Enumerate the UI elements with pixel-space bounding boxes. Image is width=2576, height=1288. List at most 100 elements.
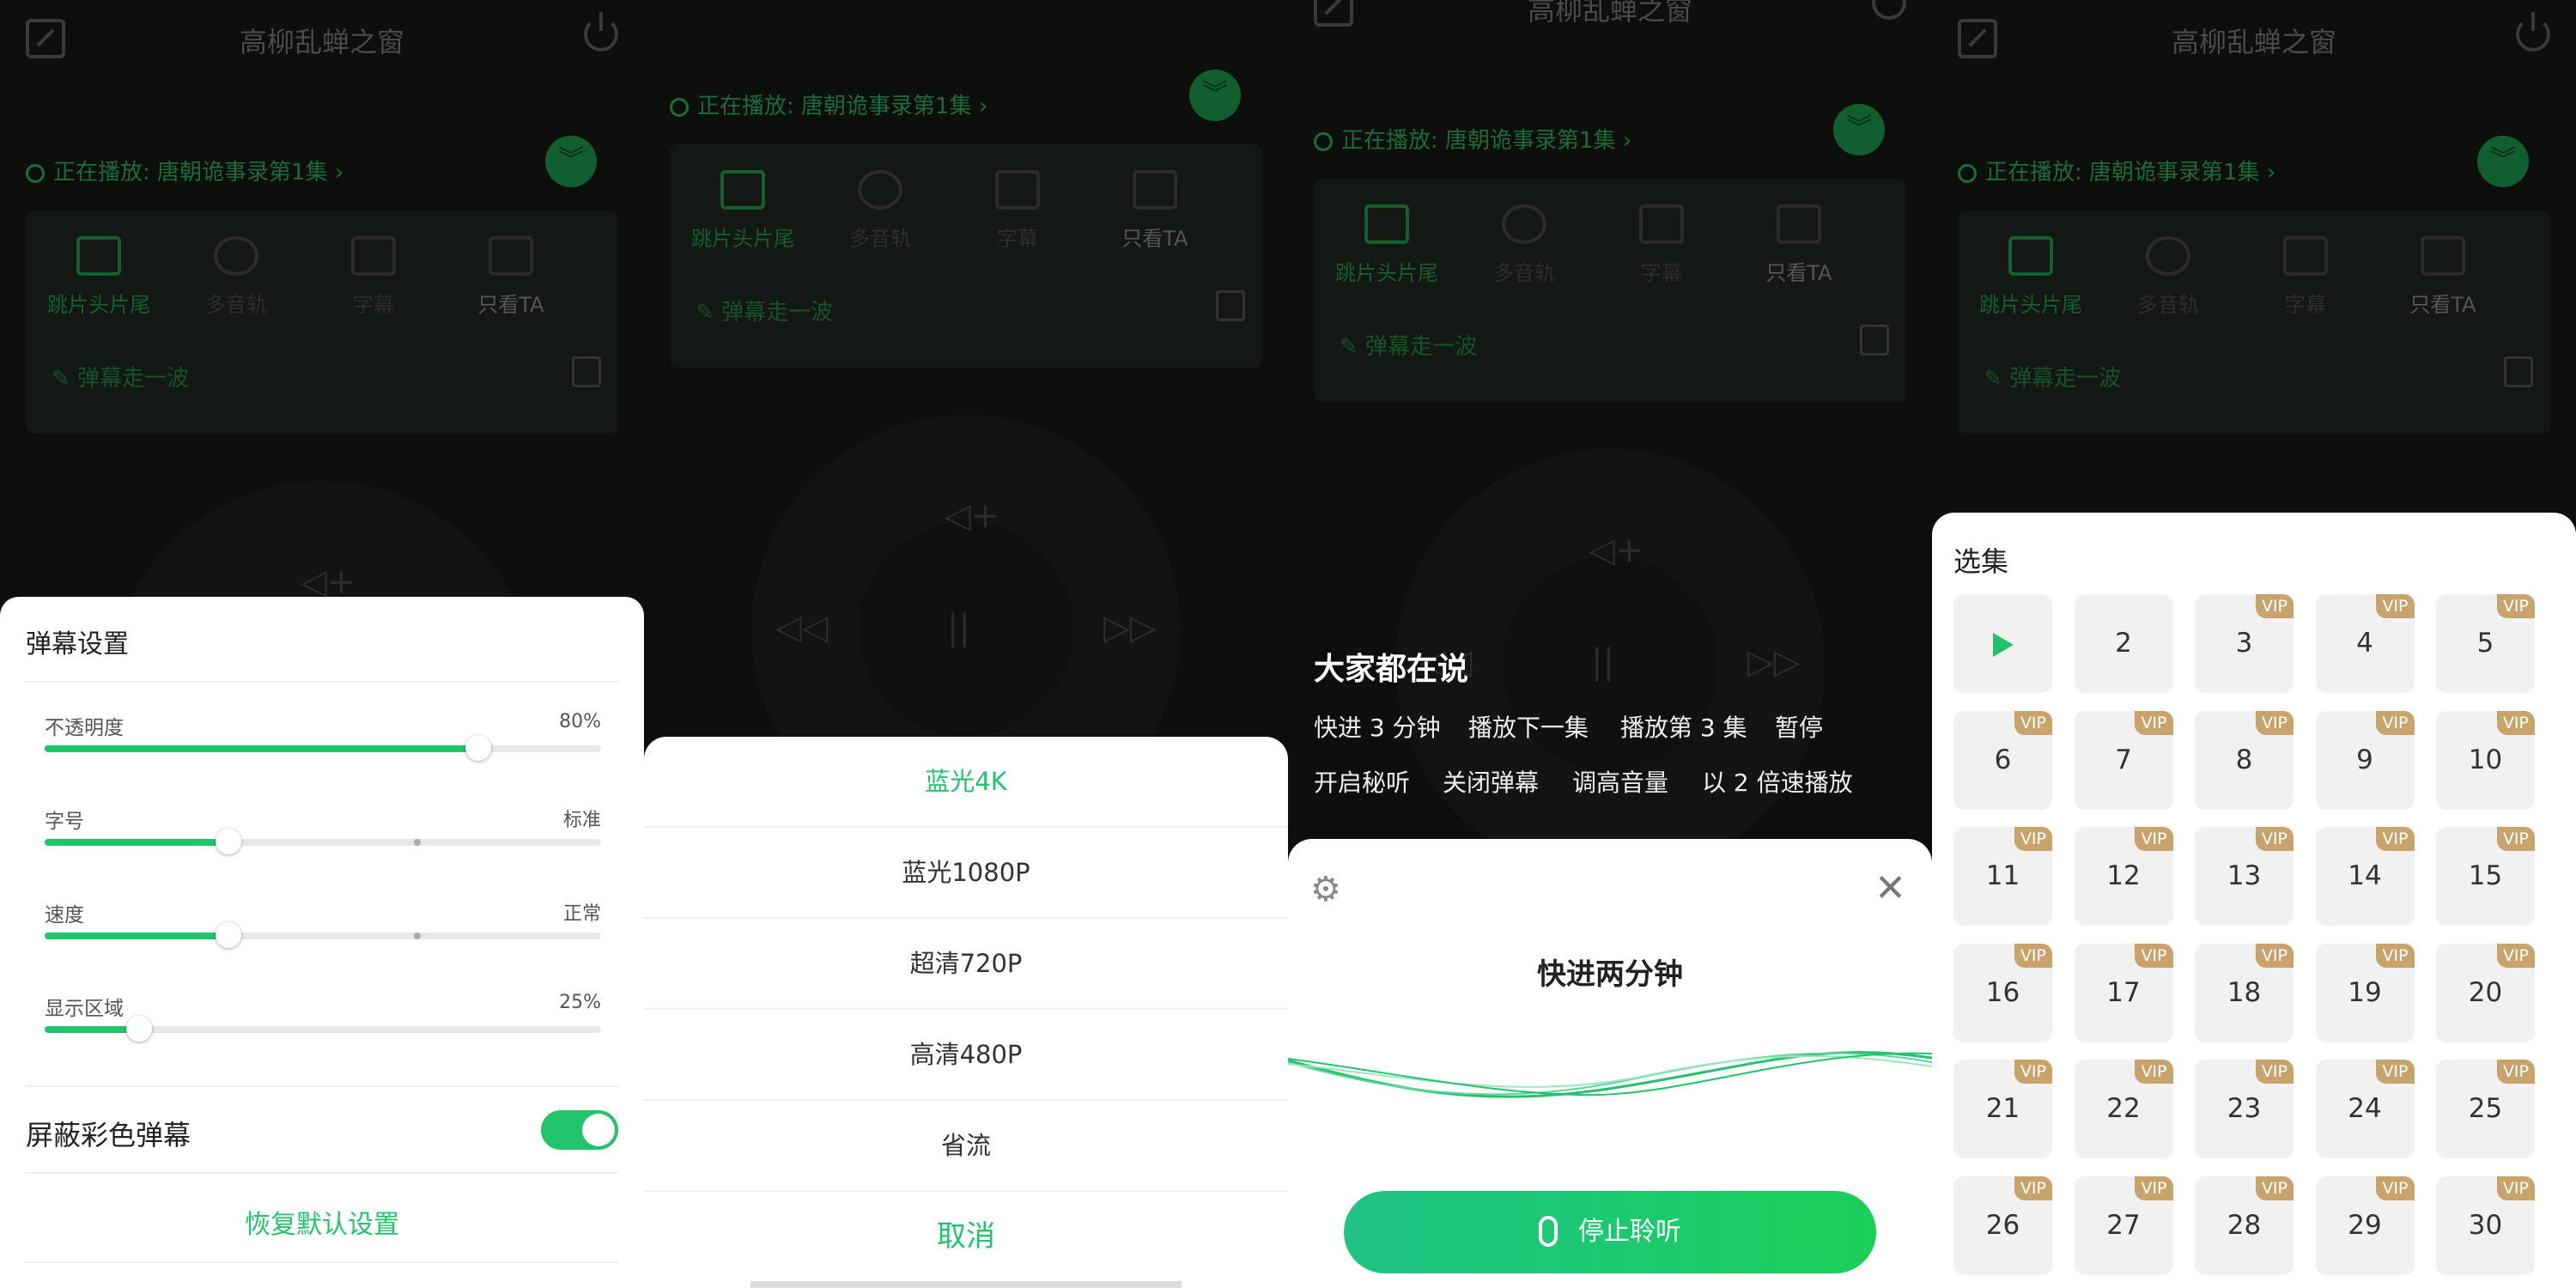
quality-option[interactable]: 蓝光1080P: [644, 828, 1288, 919]
episode-item[interactable]: 27 VIP: [2074, 1176, 2173, 1275]
episode-item[interactable]: [1953, 594, 2052, 693]
pause-icon[interactable]: ||: [1591, 642, 1614, 682]
voice-suggestion[interactable]: 快进 3 分钟: [1314, 709, 1441, 744]
voice-suggestion[interactable]: 播放下一集: [1468, 709, 1589, 744]
episode-item[interactable]: 24 VIP: [2315, 1060, 2415, 1158]
rewind-icon[interactable]: ◁◁: [775, 608, 829, 647]
episode-item[interactable]: 13 VIP: [2195, 827, 2293, 926]
device-title[interactable]: 高柳乱蝉之窗: [1288, 0, 1932, 28]
option-skip-intro[interactable]: 跳片头片尾: [1966, 236, 2095, 318]
slider-track[interactable]: [45, 735, 601, 761]
episode-item[interactable]: 15 VIP: [2436, 827, 2535, 926]
option-audio-track[interactable]: 多音轨: [816, 170, 945, 252]
slider-knob[interactable]: [126, 1016, 153, 1042]
option-only-ta[interactable]: 只看TA: [1091, 170, 1219, 252]
collapse-button[interactable]: ︾: [1833, 104, 1885, 155]
gear-icon[interactable]: ⚙: [1310, 870, 1341, 909]
cancel-button[interactable]: 取消: [644, 1192, 1288, 1281]
slider-track[interactable]: [45, 1016, 601, 1042]
collapse-button[interactable]: ︾: [2477, 136, 2529, 187]
now-playing[interactable]: 正在播放: 唐朝诡事录第1集 ›: [26, 155, 343, 186]
voice-suggestion[interactable]: 暂停: [1775, 709, 1823, 744]
stop-listening-button[interactable]: 停止聆听: [1344, 1191, 1876, 1273]
collapse-button[interactable]: ︾: [545, 136, 597, 187]
episode-item[interactable]: 30 VIP: [2436, 1176, 2535, 1275]
danmu-hint[interactable]: ✎ 弹幕走一波: [1984, 361, 2121, 392]
voice-suggestion[interactable]: 开启秘听: [1314, 764, 1410, 799]
option-subtitle[interactable]: 字幕: [953, 170, 1082, 252]
option-audio-track[interactable]: 多音轨: [1460, 204, 1589, 286]
slider-track[interactable]: [45, 922, 601, 948]
episode-item[interactable]: 10 VIP: [2436, 710, 2535, 810]
episode-item[interactable]: 6 VIP: [1953, 710, 2052, 810]
close-icon[interactable]: ✕: [1874, 866, 1906, 910]
option-subtitle[interactable]: 字幕: [2241, 236, 2370, 318]
danmu-settings-icon[interactable]: [1860, 325, 1889, 355]
episode-item[interactable]: 21 VIP: [1953, 1060, 2052, 1158]
device-title[interactable]: 高柳乱蝉之窗: [0, 21, 644, 60]
episode-item[interactable]: 12 VIP: [2074, 827, 2173, 926]
episode-item[interactable]: 3 VIP: [2195, 594, 2293, 693]
episode-item[interactable]: 16 VIP: [1953, 943, 2052, 1042]
power-icon[interactable]: [584, 12, 618, 52]
episode-item[interactable]: 9 VIP: [2315, 710, 2415, 810]
danmu-settings-icon[interactable]: [1216, 290, 1245, 321]
voice-suggestion[interactable]: 播放第 3 集: [1620, 709, 1747, 744]
danmu-settings-icon[interactable]: [2504, 356, 2533, 387]
device-title[interactable]: 高柳乱蝉之窗: [1932, 21, 2576, 60]
voice-suggestion[interactable]: 关闭弹幕: [1443, 764, 1539, 799]
fast-forward-icon[interactable]: ▷▷: [1747, 642, 1801, 682]
episode-item[interactable]: 19 VIP: [2315, 943, 2415, 1042]
episode-item[interactable]: 22 VIP: [2074, 1060, 2173, 1158]
episode-item[interactable]: 25 VIP: [2436, 1060, 2535, 1158]
episode-item[interactable]: 18 VIP: [2195, 943, 2293, 1042]
option-only-ta[interactable]: 只看TA: [2379, 236, 2507, 318]
option-subtitle[interactable]: 字幕: [309, 236, 438, 318]
option-only-ta[interactable]: 只看TA: [447, 236, 575, 318]
episode-item[interactable]: 5 VIP: [2436, 594, 2535, 693]
option-skip-intro[interactable]: 跳片头片尾: [678, 170, 807, 252]
episode-item[interactable]: 29 VIP: [2315, 1176, 2415, 1275]
quality-option[interactable]: 高清480P: [644, 1010, 1288, 1101]
quality-option[interactable]: 超清720P: [644, 919, 1288, 1010]
episode-item[interactable]: 11 VIP: [1953, 827, 2052, 926]
episode-item[interactable]: 4 VIP: [2315, 594, 2415, 693]
volume-up-icon[interactable]: ◁+: [1589, 531, 1643, 570]
now-playing[interactable]: 正在播放: 唐朝诡事录第1集 ›: [670, 88, 987, 120]
danmu-hint[interactable]: ✎ 弹幕走一波: [696, 295, 833, 326]
option-subtitle[interactable]: 字幕: [1597, 204, 1726, 286]
block-color-toggle[interactable]: [541, 1110, 618, 1150]
episode-item[interactable]: 7 VIP: [2074, 710, 2173, 810]
fast-forward-icon[interactable]: ▷▷: [1103, 608, 1157, 647]
collapse-button[interactable]: ︾: [1189, 70, 1241, 121]
now-playing[interactable]: 正在播放: 唐朝诡事录第1集 ›: [1314, 123, 1631, 155]
episode-item[interactable]: 23 VIP: [2195, 1060, 2293, 1158]
episode-item[interactable]: 8 VIP: [2195, 710, 2293, 810]
episode-item[interactable]: 2: [2074, 594, 2173, 693]
danmu-hint[interactable]: ✎ 弹幕走一波: [52, 361, 189, 392]
option-skip-intro[interactable]: 跳片头片尾: [34, 236, 163, 318]
quality-option[interactable]: 省流: [644, 1101, 1288, 1192]
episode-item[interactable]: 20 VIP: [2436, 943, 2535, 1042]
option-audio-track[interactable]: 多音轨: [2104, 236, 2233, 318]
slider-knob[interactable]: [465, 735, 492, 761]
episode-item[interactable]: 26 VIP: [1953, 1176, 2052, 1275]
power-icon[interactable]: [2516, 12, 2550, 52]
slider-track[interactable]: [45, 829, 601, 854]
danmu-hint[interactable]: ✎ 弹幕走一波: [1340, 329, 1477, 361]
slider-knob[interactable]: [215, 922, 241, 948]
now-playing[interactable]: 正在播放: 唐朝诡事录第1集 ›: [1958, 155, 2275, 186]
option-skip-intro[interactable]: 跳片头片尾: [1322, 204, 1451, 286]
pause-icon[interactable]: ||: [947, 608, 970, 647]
episode-item[interactable]: 28 VIP: [2195, 1176, 2293, 1275]
episode-item[interactable]: 17 VIP: [2074, 943, 2173, 1042]
reset-default-button[interactable]: 恢复默认设置: [0, 1203, 644, 1241]
volume-up-icon[interactable]: ◁+: [945, 496, 999, 536]
option-only-ta[interactable]: 只看TA: [1735, 204, 1863, 286]
episode-item[interactable]: 14 VIP: [2315, 827, 2415, 926]
voice-suggestion[interactable]: 调高音量: [1572, 764, 1668, 799]
voice-suggestion[interactable]: 以 2 倍速播放: [1702, 764, 1853, 799]
danmu-settings-icon[interactable]: [572, 356, 601, 387]
option-audio-track[interactable]: 多音轨: [172, 236, 301, 318]
slider-knob[interactable]: [215, 829, 241, 854]
